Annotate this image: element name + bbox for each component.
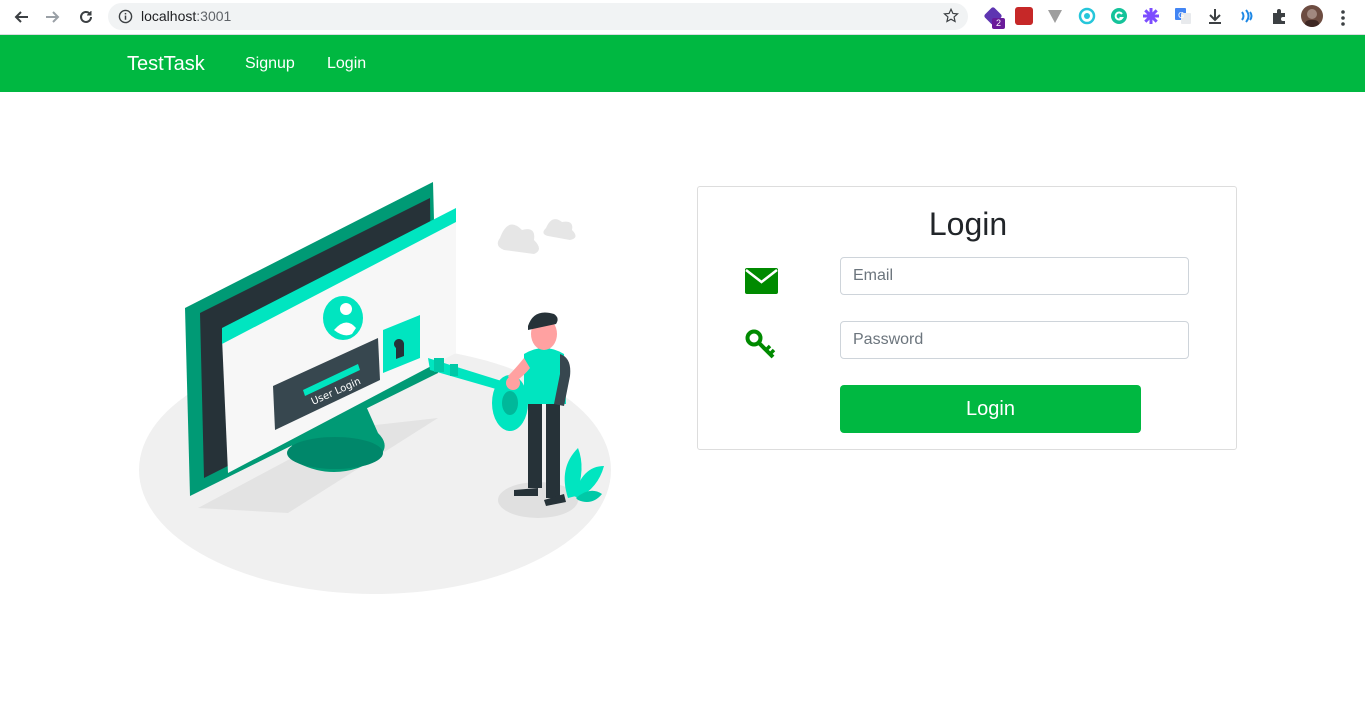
extension-v-icon[interactable] — [1046, 7, 1064, 25]
download-icon[interactable] — [1206, 7, 1224, 25]
person-leg-right — [546, 398, 560, 498]
extension-wave-icon[interactable] — [1238, 7, 1256, 25]
brand-logo-text[interactable]: TestTask — [127, 52, 205, 76]
login-title: Login — [928, 206, 1008, 242]
person-leg-left — [528, 398, 542, 488]
password-input[interactable] — [840, 321, 1189, 359]
url-text[interactable]: localhost:3001 — [141, 8, 231, 25]
forward-icon[interactable] — [40, 5, 66, 29]
extension-target-icon[interactable] — [1078, 7, 1096, 25]
svg-text:G: G — [1178, 11, 1184, 20]
extension-badge: 2 — [992, 18, 1005, 29]
back-icon[interactable] — [8, 5, 34, 29]
cloud-left — [497, 224, 539, 254]
nav-link-login[interactable]: Login — [327, 54, 366, 73]
address-bar[interactable]: localhost:3001 — [108, 3, 968, 30]
info-icon[interactable] — [118, 9, 133, 24]
browser-toolbar: localhost:3001 2 G — [0, 0, 1365, 35]
login-button[interactable]: Login — [840, 385, 1141, 433]
monitor-base — [287, 437, 383, 469]
login-illustration: User Login — [139, 182, 611, 594]
key-icon — [745, 329, 776, 359]
extension-red-icon[interactable] — [1015, 7, 1033, 25]
app-navbar: TestTask Signup Login — [0, 35, 1365, 92]
reload-icon[interactable] — [73, 5, 99, 29]
extensions-puzzle-icon[interactable] — [1270, 7, 1288, 25]
envelope-icon — [745, 268, 778, 294]
translate-icon[interactable]: G — [1174, 7, 1192, 25]
extension-asterisk-icon[interactable] — [1142, 7, 1160, 25]
email-input[interactable] — [840, 257, 1189, 295]
profile-avatar[interactable] — [1301, 5, 1323, 27]
grammarly-icon[interactable] — [1110, 7, 1128, 25]
cloud-right — [543, 219, 576, 240]
login-card: Login Login — [697, 186, 1237, 450]
nav-link-signup[interactable]: Signup — [245, 54, 295, 73]
bookmark-star-icon[interactable] — [942, 7, 960, 25]
menu-dots-icon[interactable] — [1336, 8, 1350, 28]
